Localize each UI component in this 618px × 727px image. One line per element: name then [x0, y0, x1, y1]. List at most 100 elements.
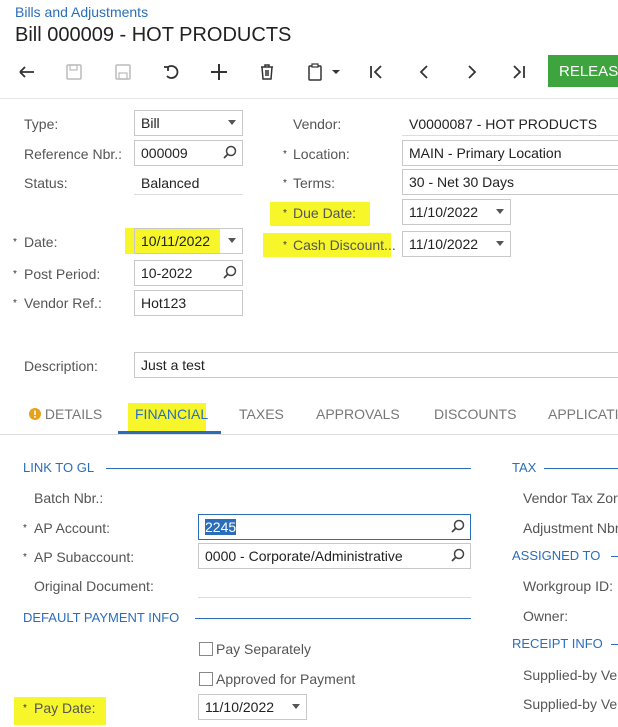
pay-separately-label: Pay Separately [216, 641, 311, 657]
tax-header: TAX [512, 460, 537, 475]
search-icon[interactable] [451, 548, 465, 562]
date-label: Date: [24, 234, 58, 250]
first-icon[interactable] [364, 60, 388, 84]
tab-application[interactable]: APPLICATIO [548, 406, 618, 422]
delete-icon[interactable] [255, 60, 279, 84]
breadcrumb[interactable]: Bills and Adjustments [15, 4, 148, 20]
supplied-by-label-2: Supplied-by Ve [523, 696, 618, 712]
section-line [544, 468, 618, 469]
tab-divider [0, 434, 618, 435]
batch-nbr-label: Batch Nbr.: [34, 490, 104, 506]
required-mark: * [13, 298, 17, 309]
due-date-field[interactable]: 11/10/2022 [402, 199, 511, 225]
last-icon[interactable] [507, 60, 531, 84]
required-mark: * [13, 237, 17, 248]
type-select[interactable]: Bill [134, 110, 243, 136]
workgroup-label: Workgroup ID: [523, 578, 613, 594]
save-icon[interactable] [111, 60, 135, 84]
post-period-label: Post Period: [24, 266, 101, 282]
assigned-to-header: ASSIGNED TO [512, 548, 601, 563]
status-underline [134, 194, 243, 195]
pay-separately-checkbox[interactable] [199, 642, 213, 656]
description-field[interactable]: Just a test [134, 352, 618, 378]
undo-icon[interactable] [15, 60, 39, 84]
required-mark: * [283, 240, 287, 251]
required-mark: * [283, 149, 287, 160]
ap-subaccount-value: 0000 - Corporate/Administrative [205, 548, 403, 564]
type-value: Bill [141, 115, 160, 131]
link-to-gl-header: LINK TO GL [23, 460, 95, 475]
terms-label: Terms: [293, 175, 335, 191]
previous-icon[interactable] [412, 60, 436, 84]
date-value: 10/11/2022 [141, 233, 211, 249]
vendor-label: Vendor: [293, 116, 342, 132]
section-line [611, 556, 618, 557]
search-icon[interactable] [223, 145, 237, 159]
type-label: Type: [24, 116, 59, 132]
search-icon[interactable] [223, 265, 237, 279]
vendor-underline [402, 135, 618, 136]
section-line [611, 644, 618, 645]
next-icon[interactable] [460, 60, 484, 84]
status-label: Status: [24, 175, 68, 191]
vendor-ref-value: Hot123 [141, 295, 187, 311]
reference-nbr-value: 000009 [141, 145, 188, 161]
tab-approvals[interactable]: APPROVALS [316, 406, 400, 422]
due-date-label: Due Date: [293, 205, 357, 221]
pay-date-label: Pay Date: [34, 700, 96, 716]
cancel-icon[interactable] [160, 60, 184, 84]
release-button[interactable]: RELEAS [548, 55, 618, 87]
warning-icon [29, 408, 41, 420]
terms-field[interactable]: 30 - Net 30 Days [402, 169, 618, 195]
tab-financial[interactable]: FINANCIAL [135, 406, 208, 422]
required-mark: * [13, 269, 17, 280]
ap-account-field[interactable]: 2245 [198, 514, 471, 540]
due-date-value: 11/10/2022 [409, 204, 479, 220]
date-field[interactable]: 10/11/2022 [134, 228, 243, 254]
owner-label: Owner: [523, 608, 569, 624]
vendor-ref-field[interactable]: Hot123 [134, 290, 243, 316]
vendor-tax-zone-label: Vendor Tax Zor [523, 490, 618, 506]
ap-subaccount-field[interactable]: 0000 - Corporate/Administrative [198, 543, 471, 569]
chevron-down-icon[interactable] [496, 241, 504, 246]
chevron-down-icon[interactable] [292, 704, 300, 709]
search-icon[interactable] [451, 519, 465, 533]
pay-date-value: 11/10/2022 [205, 699, 275, 715]
original-document-underline [198, 597, 471, 598]
location-value: MAIN - Primary Location [409, 145, 562, 161]
receipt-info-header: RECEIPT INFO [512, 636, 603, 651]
status-value: Balanced [141, 175, 200, 191]
ap-subaccount-label: AP Subaccount: [34, 549, 135, 565]
chevron-down-icon[interactable] [496, 209, 504, 214]
ap-account-value: 2245 [205, 519, 237, 535]
cash-discount-label: Cash Discount... [293, 237, 396, 253]
reference-nbr-label: Reference Nbr.: [24, 146, 123, 162]
approved-payment-checkbox[interactable] [199, 672, 213, 686]
cash-discount-value: 11/10/2022 [409, 236, 479, 252]
section-line [195, 618, 471, 619]
reference-nbr-field[interactable]: 000009 [134, 140, 243, 166]
add-icon[interactable] [207, 60, 231, 84]
original-document-label: Original Document: [34, 578, 154, 594]
required-mark: * [23, 523, 27, 534]
chevron-down-icon[interactable] [228, 238, 236, 243]
vendor-value[interactable]: V0000087 - HOT PRODUCTS [409, 116, 597, 132]
vendor-ref-label: Vendor Ref.: [24, 295, 102, 311]
post-period-value: 10-2022 [141, 265, 193, 281]
copy-paste-icon[interactable] [304, 60, 344, 84]
pay-date-field[interactable]: 11/10/2022 [198, 694, 307, 720]
cash-discount-field[interactable]: 11/10/2022 [402, 231, 511, 257]
page-title: Bill 000009 - HOT PRODUCTS [15, 24, 292, 46]
tab-taxes[interactable]: TAXES [239, 406, 284, 422]
supplied-by-label-1: Supplied-by Ve [523, 667, 618, 683]
save-close-icon[interactable] [62, 60, 86, 84]
tab-discounts[interactable]: DISCOUNTS [434, 406, 516, 422]
ap-account-label: AP Account: [34, 520, 111, 536]
default-payment-header: DEFAULT PAYMENT INFO [23, 610, 180, 625]
tab-details[interactable]: DETAILS [29, 406, 102, 422]
post-period-field[interactable]: 10-2022 [134, 260, 243, 286]
location-field[interactable]: MAIN - Primary Location [402, 140, 618, 166]
required-mark: * [23, 703, 27, 714]
required-mark: * [283, 208, 287, 219]
approved-payment-label: Approved for Payment [216, 671, 356, 687]
